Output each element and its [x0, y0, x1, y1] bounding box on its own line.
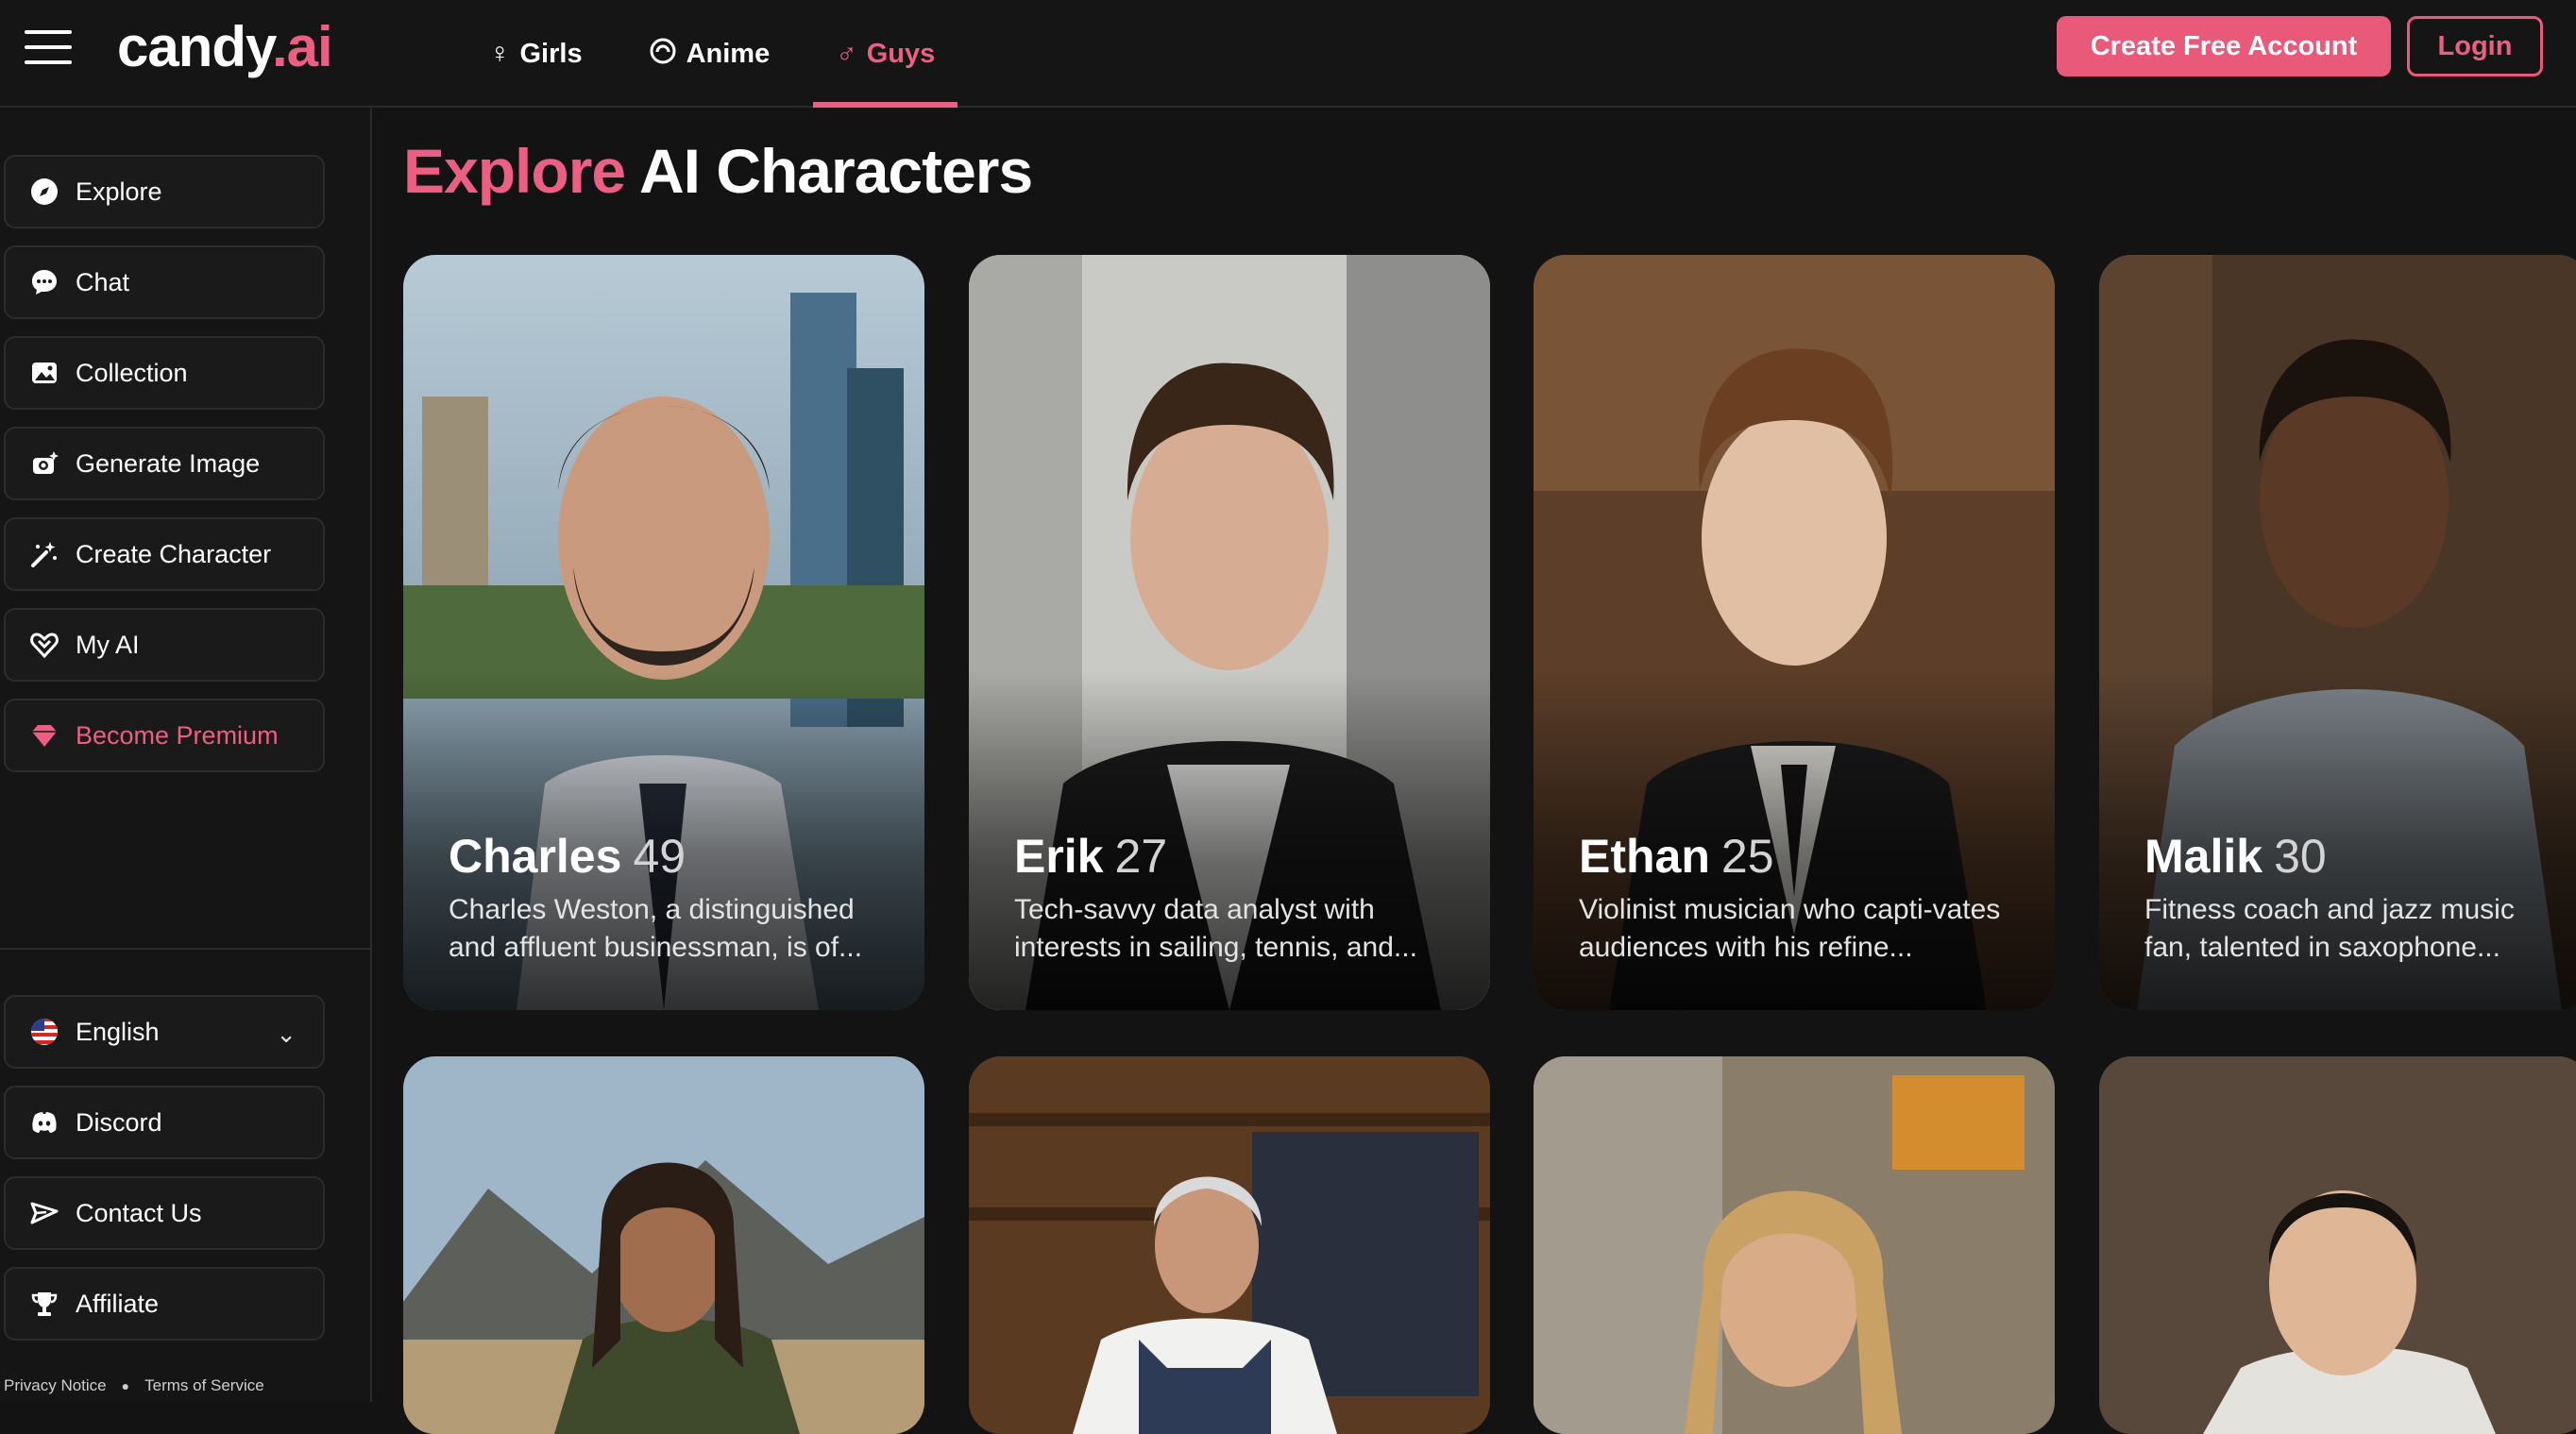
sidebar-item-generate-image[interactable]: Generate Image: [4, 427, 325, 500]
character-description: Tech-savvy data analyst with interests i…: [1014, 894, 1417, 963]
tab-guys[interactable]: ♂ Guys: [813, 0, 958, 108]
tab-anime-label: Anime: [686, 38, 771, 69]
page-title-rest: AI Characters: [625, 136, 1033, 206]
sidebar-item-label: Generate Image: [76, 448, 261, 478]
character-age: 30: [2274, 830, 2327, 883]
character-card[interactable]: [403, 1056, 924, 1434]
diamond-icon: [28, 719, 60, 751]
character-card[interactable]: [969, 1056, 1490, 1434]
sidebar-item-label: Explore: [76, 177, 162, 206]
character-photo: [969, 1056, 1490, 1434]
sidebar-item-label: Discord: [76, 1107, 162, 1137]
sidebar: Explore Chat Collection Generate Image C…: [0, 108, 372, 1402]
character-description: Charles Weston, a distinguished and affl…: [449, 894, 863, 963]
sidebar-item-discord[interactable]: Discord: [4, 1086, 325, 1159]
character-card-erik[interactable]: Erik 27 Tech-savvy data analyst with inte…: [969, 255, 1490, 1010]
character-photo: [1534, 1056, 2055, 1434]
sidebar-item-contact-us[interactable]: Contact Us: [4, 1176, 325, 1250]
logo-accent-text: .ai: [271, 15, 333, 78]
sidebar-item-affiliate[interactable]: Affiliate: [4, 1267, 325, 1341]
compass-icon: [28, 176, 60, 208]
sidebar-item-label: My AI: [76, 630, 140, 659]
logo-text: candy: [117, 15, 273, 78]
character-name-line: Erik 27: [1014, 827, 1462, 886]
card-info: Charles 49 Charles Weston, a distinguishe…: [449, 827, 896, 967]
character-card[interactable]: [1534, 1056, 2055, 1434]
sidebar-item-my-ai[interactable]: My AI: [4, 608, 325, 682]
character-name: Malik: [2144, 830, 2263, 883]
character-age: 49: [633, 830, 686, 883]
separator-dot: ●: [121, 1378, 130, 1393]
tab-girls-label: Girls: [519, 38, 583, 69]
character-name-line: Ethan 25: [1579, 827, 2026, 886]
chevron-down-icon: ⌄: [276, 1020, 297, 1048]
camera-sparkle-icon: [28, 447, 60, 480]
male-icon: ♂: [836, 38, 857, 69]
us-flag-icon: [28, 1016, 60, 1048]
card-info: Erik 27 Tech-savvy data analyst with inte…: [1014, 827, 1462, 967]
sidebar-item-create-character[interactable]: Create Character: [4, 517, 325, 591]
sidebar-item-label: Collection: [76, 358, 188, 387]
hamburger-menu-icon[interactable]: [25, 30, 72, 64]
privacy-notice-link[interactable]: Privacy Notice: [4, 1376, 107, 1395]
language-selector[interactable]: English ⌄: [4, 995, 325, 1069]
anime-icon: [649, 37, 677, 71]
terms-of-service-link[interactable]: Terms of Service: [144, 1376, 264, 1395]
character-description: Fitness coach and jazz music fan, talent…: [2144, 894, 2515, 963]
character-card-malik[interactable]: Malik 30 Fitness coach and jazz music fan…: [2099, 255, 2576, 1010]
login-button[interactable]: Login: [2407, 16, 2543, 76]
logo[interactable]: candy.ai: [117, 9, 333, 85]
tab-anime[interactable]: Anime: [626, 0, 793, 108]
sidebar-divider: [0, 948, 372, 950]
page-title: Explore AI Characters: [403, 128, 1033, 213]
character-photo: [403, 1056, 924, 1434]
page-title-accent: Explore: [403, 136, 626, 206]
sidebar-item-label: Create Character: [76, 539, 272, 568]
character-name-line: Charles 49: [449, 827, 896, 886]
character-card-ethan[interactable]: Ethan 25 Violinist musician who capti-vat…: [1534, 255, 2055, 1010]
character-photo: [2099, 1056, 2576, 1434]
sidebar-item-label: Affiliate: [76, 1289, 160, 1318]
create-free-account-button[interactable]: Create Free Account: [2057, 16, 2391, 76]
sidebar-item-collection[interactable]: Collection: [4, 336, 325, 410]
character-card-charles[interactable]: Charles 49 Charles Weston, a distinguishe…: [403, 255, 924, 1010]
character-name: Charles: [449, 830, 622, 883]
sidebar-item-become-premium[interactable]: Become Premium: [4, 699, 325, 772]
character-name: Erik: [1014, 830, 1104, 883]
heart-hands-icon: [28, 629, 60, 661]
sidebar-item-chat[interactable]: Chat: [4, 245, 325, 319]
language-label: English: [76, 1017, 160, 1046]
top-header: candy.ai ♀ Girls Anime ♂ Guys Create Fre…: [0, 0, 2576, 108]
mail-send-icon: [28, 1197, 60, 1229]
sidebar-item-label: Chat: [76, 267, 130, 296]
sidebar-item-label: Become Premium: [76, 720, 279, 750]
sidebar-item-label: Contact Us: [76, 1198, 202, 1227]
sidebar-footer: Privacy Notice ● Terms of Service: [4, 1376, 264, 1395]
card-info: Ethan 25 Violinist musician who capti-vat…: [1579, 827, 2026, 967]
character-age: 25: [1720, 830, 1774, 883]
card-info: Malik 30 Fitness coach and jazz music fan…: [2144, 827, 2562, 967]
trophy-icon: [28, 1288, 60, 1320]
character-name: Ethan: [1579, 830, 1710, 883]
tab-guys-label: Guys: [866, 38, 936, 69]
chat-bubble-icon: [28, 266, 60, 298]
discord-icon: [28, 1106, 60, 1139]
tab-girls[interactable]: ♀ Girls: [466, 0, 605, 108]
female-icon: ♀: [489, 38, 511, 69]
category-nav: ♀ Girls Anime ♂ Guys: [466, 0, 978, 108]
magic-wand-icon: [28, 538, 60, 570]
character-card[interactable]: [2099, 1056, 2576, 1434]
character-name-line: Malik 30: [2144, 827, 2562, 886]
image-gallery-icon: [28, 357, 60, 389]
sidebar-item-explore[interactable]: Explore: [4, 155, 325, 228]
character-age: 27: [1114, 830, 1168, 883]
character-description: Violinist musician who capti-vates audie…: [1579, 894, 2001, 963]
